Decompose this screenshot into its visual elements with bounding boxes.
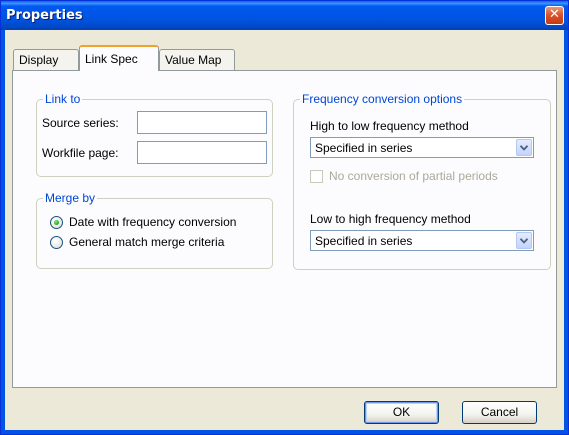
tab-label: Display: [19, 53, 59, 67]
link-to-legend: Link to: [43, 92, 83, 106]
merge-by-group: Merge by Date with frequency conversion …: [36, 191, 273, 269]
date-frequency-radio[interactable]: [50, 216, 63, 229]
tab-panel-link-spec: Link to Source series: Workfile page: Me…: [12, 70, 557, 388]
no-partial-periods-label: No conversion of partial periods: [329, 169, 498, 183]
date-frequency-label[interactable]: Date with frequency conversion: [69, 215, 236, 229]
tab-link-spec[interactable]: Link Spec: [79, 45, 159, 71]
radio-selected-dot: [54, 220, 59, 225]
frequency-conversion-legend: Frequency conversion options: [300, 92, 465, 106]
general-match-radio[interactable]: [50, 236, 63, 249]
chevron-down-icon: [520, 238, 528, 244]
properties-dialog: Properties ✕ Display Link Spec Value Map…: [0, 0, 569, 435]
workfile-page-label: Workfile page:: [42, 146, 119, 160]
low-to-high-value: Specified in series: [315, 234, 413, 248]
frequency-conversion-group: Frequency conversion options High to low…: [293, 92, 551, 270]
high-to-low-value: Specified in series: [315, 141, 413, 155]
window-border-right: [564, 30, 568, 434]
source-series-label: Source series:: [42, 116, 119, 130]
low-to-high-select[interactable]: Specified in series: [310, 230, 534, 251]
workfile-page-input[interactable]: [137, 141, 267, 164]
ok-button[interactable]: OK: [364, 401, 439, 424]
window-border-left: [1, 30, 5, 434]
close-icon: ✕: [549, 7, 560, 22]
tab-label: Value Map: [165, 53, 222, 67]
high-to-low-select[interactable]: Specified in series: [310, 137, 534, 158]
high-to-low-dropdown-button[interactable]: [516, 139, 532, 156]
tab-label: Link Spec: [85, 52, 138, 66]
merge-by-legend: Merge by: [43, 191, 98, 205]
tab-value-map[interactable]: Value Map: [159, 49, 235, 70]
no-partial-periods-checkbox[interactable]: [310, 170, 323, 183]
low-to-high-dropdown-button[interactable]: [516, 232, 532, 249]
general-match-label[interactable]: General match merge criteria: [69, 235, 224, 249]
title-bar[interactable]: Properties ✕: [1, 1, 568, 30]
high-to-low-label: High to low frequency method: [310, 119, 469, 133]
close-button[interactable]: ✕: [545, 6, 564, 25]
source-series-input[interactable]: [137, 111, 267, 134]
low-to-high-label: Low to high frequency method: [310, 212, 471, 226]
window-title: Properties: [6, 8, 83, 23]
tab-display[interactable]: Display: [13, 49, 79, 70]
window-border-bottom: [1, 430, 568, 434]
cancel-button[interactable]: Cancel: [462, 401, 537, 424]
chevron-down-icon: [520, 145, 528, 151]
link-to-group: Link to Source series: Workfile page:: [36, 92, 273, 177]
